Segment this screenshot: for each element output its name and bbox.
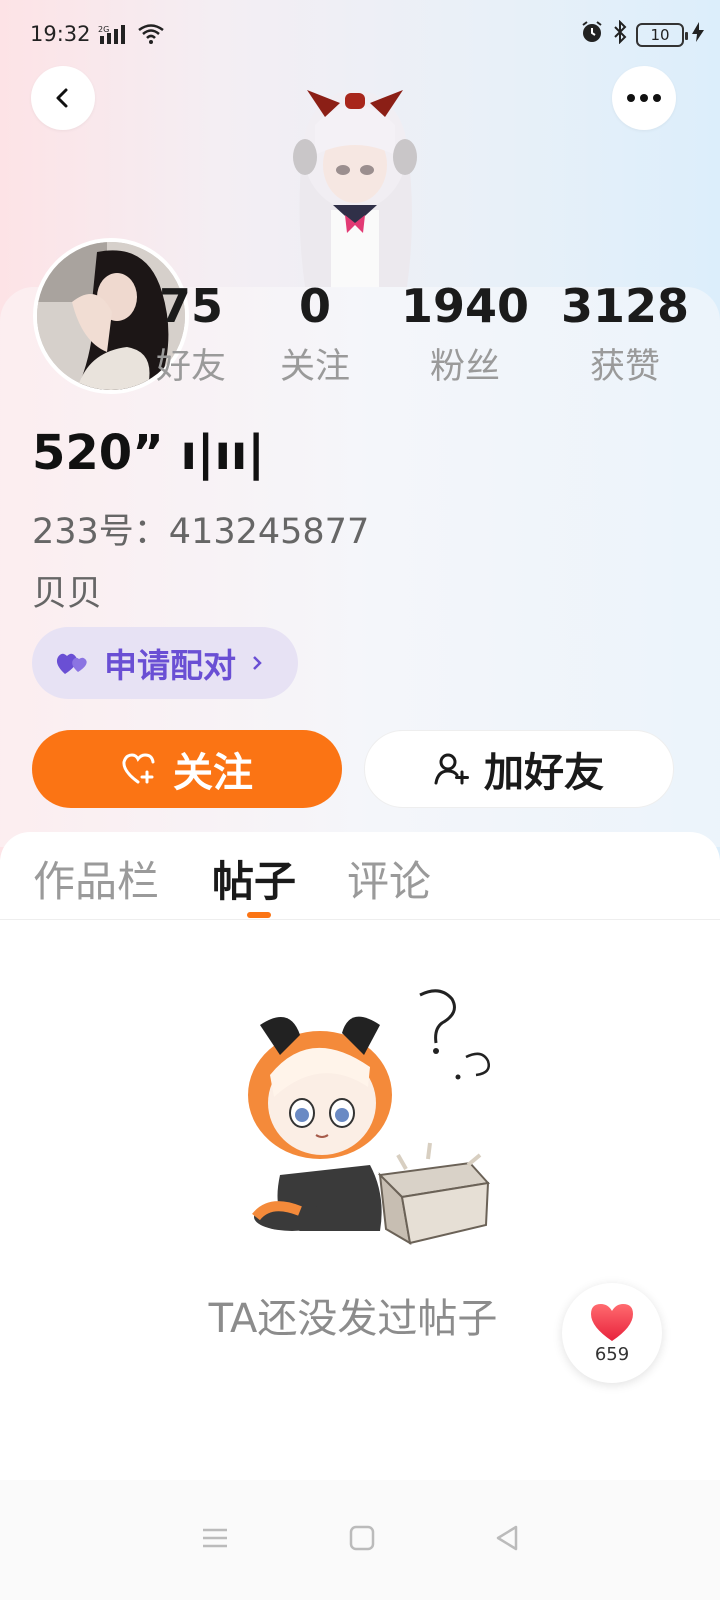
add-friend-label: 加好友 (484, 750, 604, 796)
alarm-icon (580, 20, 604, 49)
follow-button[interactable]: 关注 (32, 730, 342, 808)
menu-icon[interactable] (200, 1526, 230, 1554)
stat-following[interactable]: 0 关注 (240, 278, 390, 389)
more-button[interactable] (612, 66, 676, 130)
stat-value: 0 (298, 279, 331, 333)
status-time: 19:32 (30, 22, 91, 46)
signal-icon: 2G (98, 24, 132, 46)
system-navigation-bar (0, 1480, 720, 1600)
empty-state-illustration (230, 985, 500, 1245)
home-icon[interactable] (349, 1525, 375, 1555)
more-dots-icon (627, 94, 661, 102)
nickname: 520” ı|ıı| (32, 425, 265, 481)
charging-icon (692, 22, 704, 47)
add-user-icon (434, 753, 469, 785)
follow-label: 关注 (173, 750, 253, 796)
stat-value: 3128 (560, 279, 690, 333)
stat-label: 获赞 (589, 347, 660, 387)
pair-label: 申请配对 (104, 646, 236, 685)
active-tab-indicator (247, 912, 271, 918)
wifi-icon (138, 24, 164, 49)
add-friend-button[interactable]: 加好友 (364, 730, 674, 808)
stat-value: 1940 (400, 279, 530, 333)
stat-likes[interactable]: 3128 获赞 (550, 278, 700, 389)
character-avatar-image (285, 55, 425, 290)
stat-label: 关注 (279, 347, 350, 387)
battery-level: 10 (650, 25, 670, 44)
back-button[interactable] (31, 66, 95, 130)
stat-fans[interactable]: 1940 粉丝 (390, 278, 540, 389)
heart-icon (591, 1303, 633, 1341)
chevron-left-icon (56, 88, 68, 108)
apply-pair-button[interactable]: 申请配对 (32, 627, 298, 699)
like-floating-button[interactable]: 659 (562, 1283, 662, 1383)
content-tabs: 作品栏 帖子 评论 (0, 832, 720, 920)
tab-comments[interactable]: 评论 (347, 848, 431, 909)
tab-works[interactable]: 作品栏 (33, 848, 159, 909)
stat-label: 粉丝 (429, 347, 500, 387)
bio-text: 贝贝 (32, 574, 103, 614)
bluetooth-icon (612, 19, 628, 49)
tab-posts[interactable]: 帖子 (212, 848, 296, 909)
battery-icon: 10 (636, 22, 688, 47)
user-id: 233号：413245877 (32, 512, 370, 552)
back-triangle-icon[interactable] (494, 1524, 520, 1556)
chevron-right-icon (253, 656, 262, 670)
heart-plus-icon (122, 753, 155, 784)
like-count: 659 (594, 1343, 630, 1365)
double-heart-icon (56, 653, 87, 674)
svg-text:2G: 2G (98, 25, 109, 34)
